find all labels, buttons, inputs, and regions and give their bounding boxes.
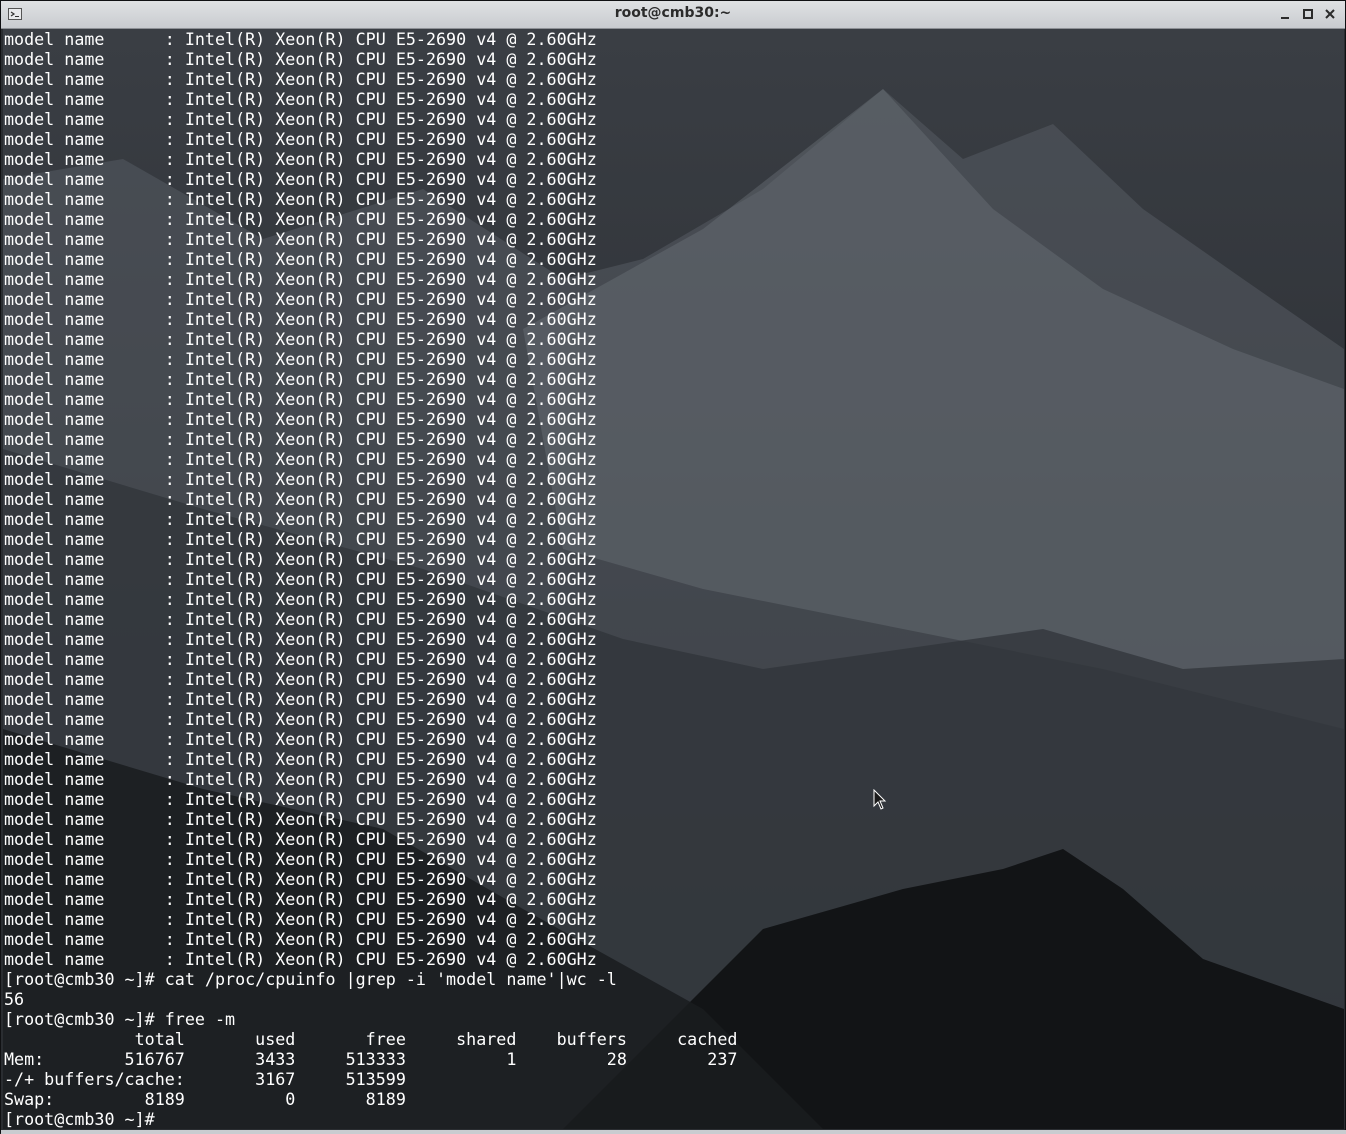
terminal-line: -/+ buffers/cache: 3167 513599 — [4, 1069, 406, 1089]
cpuinfo-line: model name : Intel(R) Xeon(R) CPU E5-269… — [4, 769, 597, 789]
cpuinfo-line: model name : Intel(R) Xeon(R) CPU E5-269… — [4, 749, 597, 769]
cpuinfo-line: model name : Intel(R) Xeon(R) CPU E5-269… — [4, 429, 597, 449]
cpuinfo-line: model name : Intel(R) Xeon(R) CPU E5-269… — [4, 69, 597, 89]
cpuinfo-line: model name : Intel(R) Xeon(R) CPU E5-269… — [4, 889, 597, 909]
cpuinfo-line: model name : Intel(R) Xeon(R) CPU E5-269… — [4, 469, 597, 489]
cpuinfo-line: model name : Intel(R) Xeon(R) CPU E5-269… — [4, 689, 597, 709]
cpuinfo-line: model name : Intel(R) Xeon(R) CPU E5-269… — [4, 609, 597, 629]
cpuinfo-line: model name : Intel(R) Xeon(R) CPU E5-269… — [4, 489, 597, 509]
cpuinfo-line: model name : Intel(R) Xeon(R) CPU E5-269… — [4, 29, 597, 49]
cpuinfo-line: model name : Intel(R) Xeon(R) CPU E5-269… — [4, 849, 597, 869]
cpuinfo-line: model name : Intel(R) Xeon(R) CPU E5-269… — [4, 869, 597, 889]
terminal-text: model name : Intel(R) Xeon(R) CPU E5-269… — [4, 29, 737, 1129]
cpuinfo-line: model name : Intel(R) Xeon(R) CPU E5-269… — [4, 649, 597, 669]
cpuinfo-line: model name : Intel(R) Xeon(R) CPU E5-269… — [4, 109, 597, 129]
cpuinfo-line: model name : Intel(R) Xeon(R) CPU E5-269… — [4, 549, 597, 569]
minimize-icon[interactable] — [1278, 7, 1292, 21]
cpuinfo-line: model name : Intel(R) Xeon(R) CPU E5-269… — [4, 289, 597, 309]
cpuinfo-line: model name : Intel(R) Xeon(R) CPU E5-269… — [4, 369, 597, 389]
cpuinfo-line: model name : Intel(R) Xeon(R) CPU E5-269… — [4, 829, 597, 849]
cpuinfo-line: model name : Intel(R) Xeon(R) CPU E5-269… — [4, 949, 597, 969]
cpuinfo-line: model name : Intel(R) Xeon(R) CPU E5-269… — [4, 929, 597, 949]
cpuinfo-line: model name : Intel(R) Xeon(R) CPU E5-269… — [4, 89, 597, 109]
terminal-line: Swap: 8189 0 8189 — [4, 1089, 406, 1109]
terminal-window: root@cmb30:~ model name : Intel(R) Xeon(… — [0, 0, 1346, 1134]
maximize-icon[interactable] — [1301, 7, 1315, 21]
cpuinfo-line: model name : Intel(R) Xeon(R) CPU E5-269… — [4, 529, 597, 549]
cpuinfo-line: model name : Intel(R) Xeon(R) CPU E5-269… — [4, 809, 597, 829]
cpuinfo-line: model name : Intel(R) Xeon(R) CPU E5-269… — [4, 229, 597, 249]
cpuinfo-line: model name : Intel(R) Xeon(R) CPU E5-269… — [4, 629, 597, 649]
cpuinfo-line: model name : Intel(R) Xeon(R) CPU E5-269… — [4, 349, 597, 369]
cpuinfo-line: model name : Intel(R) Xeon(R) CPU E5-269… — [4, 389, 597, 409]
mouse-pointer-icon — [873, 789, 887, 810]
window-title: root@cmb30:~ — [614, 5, 732, 21]
cpuinfo-line: model name : Intel(R) Xeon(R) CPU E5-269… — [4, 789, 597, 809]
title-bar[interactable]: root@cmb30:~ — [1, 1, 1345, 29]
cpuinfo-line: model name : Intel(R) Xeon(R) CPU E5-269… — [4, 409, 597, 429]
cpuinfo-line: model name : Intel(R) Xeon(R) CPU E5-269… — [4, 129, 597, 149]
terminal-line: Mem: 516767 3433 513333 1 28 237 — [4, 1049, 738, 1069]
cpuinfo-line: model name : Intel(R) Xeon(R) CPU E5-269… — [4, 589, 597, 609]
cpuinfo-line: model name : Intel(R) Xeon(R) CPU E5-269… — [4, 509, 597, 529]
cpuinfo-line: model name : Intel(R) Xeon(R) CPU E5-269… — [4, 669, 597, 689]
cpuinfo-line: model name : Intel(R) Xeon(R) CPU E5-269… — [4, 909, 597, 929]
cpuinfo-line: model name : Intel(R) Xeon(R) CPU E5-269… — [4, 309, 597, 329]
cpuinfo-line: model name : Intel(R) Xeon(R) CPU E5-269… — [4, 209, 597, 229]
cpuinfo-line: model name : Intel(R) Xeon(R) CPU E5-269… — [4, 449, 597, 469]
terminal-line: [root@cmb30 ~]# cat /proc/cpuinfo |grep … — [4, 969, 617, 989]
cpuinfo-line: model name : Intel(R) Xeon(R) CPU E5-269… — [4, 329, 597, 349]
cpuinfo-line: model name : Intel(R) Xeon(R) CPU E5-269… — [4, 189, 597, 209]
cpuinfo-line: model name : Intel(R) Xeon(R) CPU E5-269… — [4, 709, 597, 729]
close-icon[interactable] — [1323, 7, 1337, 21]
cpuinfo-line: model name : Intel(R) Xeon(R) CPU E5-269… — [4, 149, 597, 169]
terminal-output-area[interactable]: model name : Intel(R) Xeon(R) CPU E5-269… — [3, 29, 1344, 1129]
cpuinfo-line: model name : Intel(R) Xeon(R) CPU E5-269… — [4, 49, 597, 69]
terminal-line: 56 — [4, 989, 25, 1009]
window-bottom-border — [1, 1130, 1346, 1134]
cpuinfo-line: model name : Intel(R) Xeon(R) CPU E5-269… — [4, 729, 597, 749]
cpuinfo-line: model name : Intel(R) Xeon(R) CPU E5-269… — [4, 569, 597, 589]
terminal-line: total used free shared buffers cached — [4, 1029, 738, 1049]
cpuinfo-line: model name : Intel(R) Xeon(R) CPU E5-269… — [4, 269, 597, 289]
terminal-line: [root@cmb30 ~]# free -m — [4, 1009, 236, 1029]
cpuinfo-line: model name : Intel(R) Xeon(R) CPU E5-269… — [4, 249, 597, 269]
cpuinfo-line: model name : Intel(R) Xeon(R) CPU E5-269… — [4, 169, 597, 189]
terminal-line: [root@cmb30 ~]# — [4, 1109, 165, 1129]
